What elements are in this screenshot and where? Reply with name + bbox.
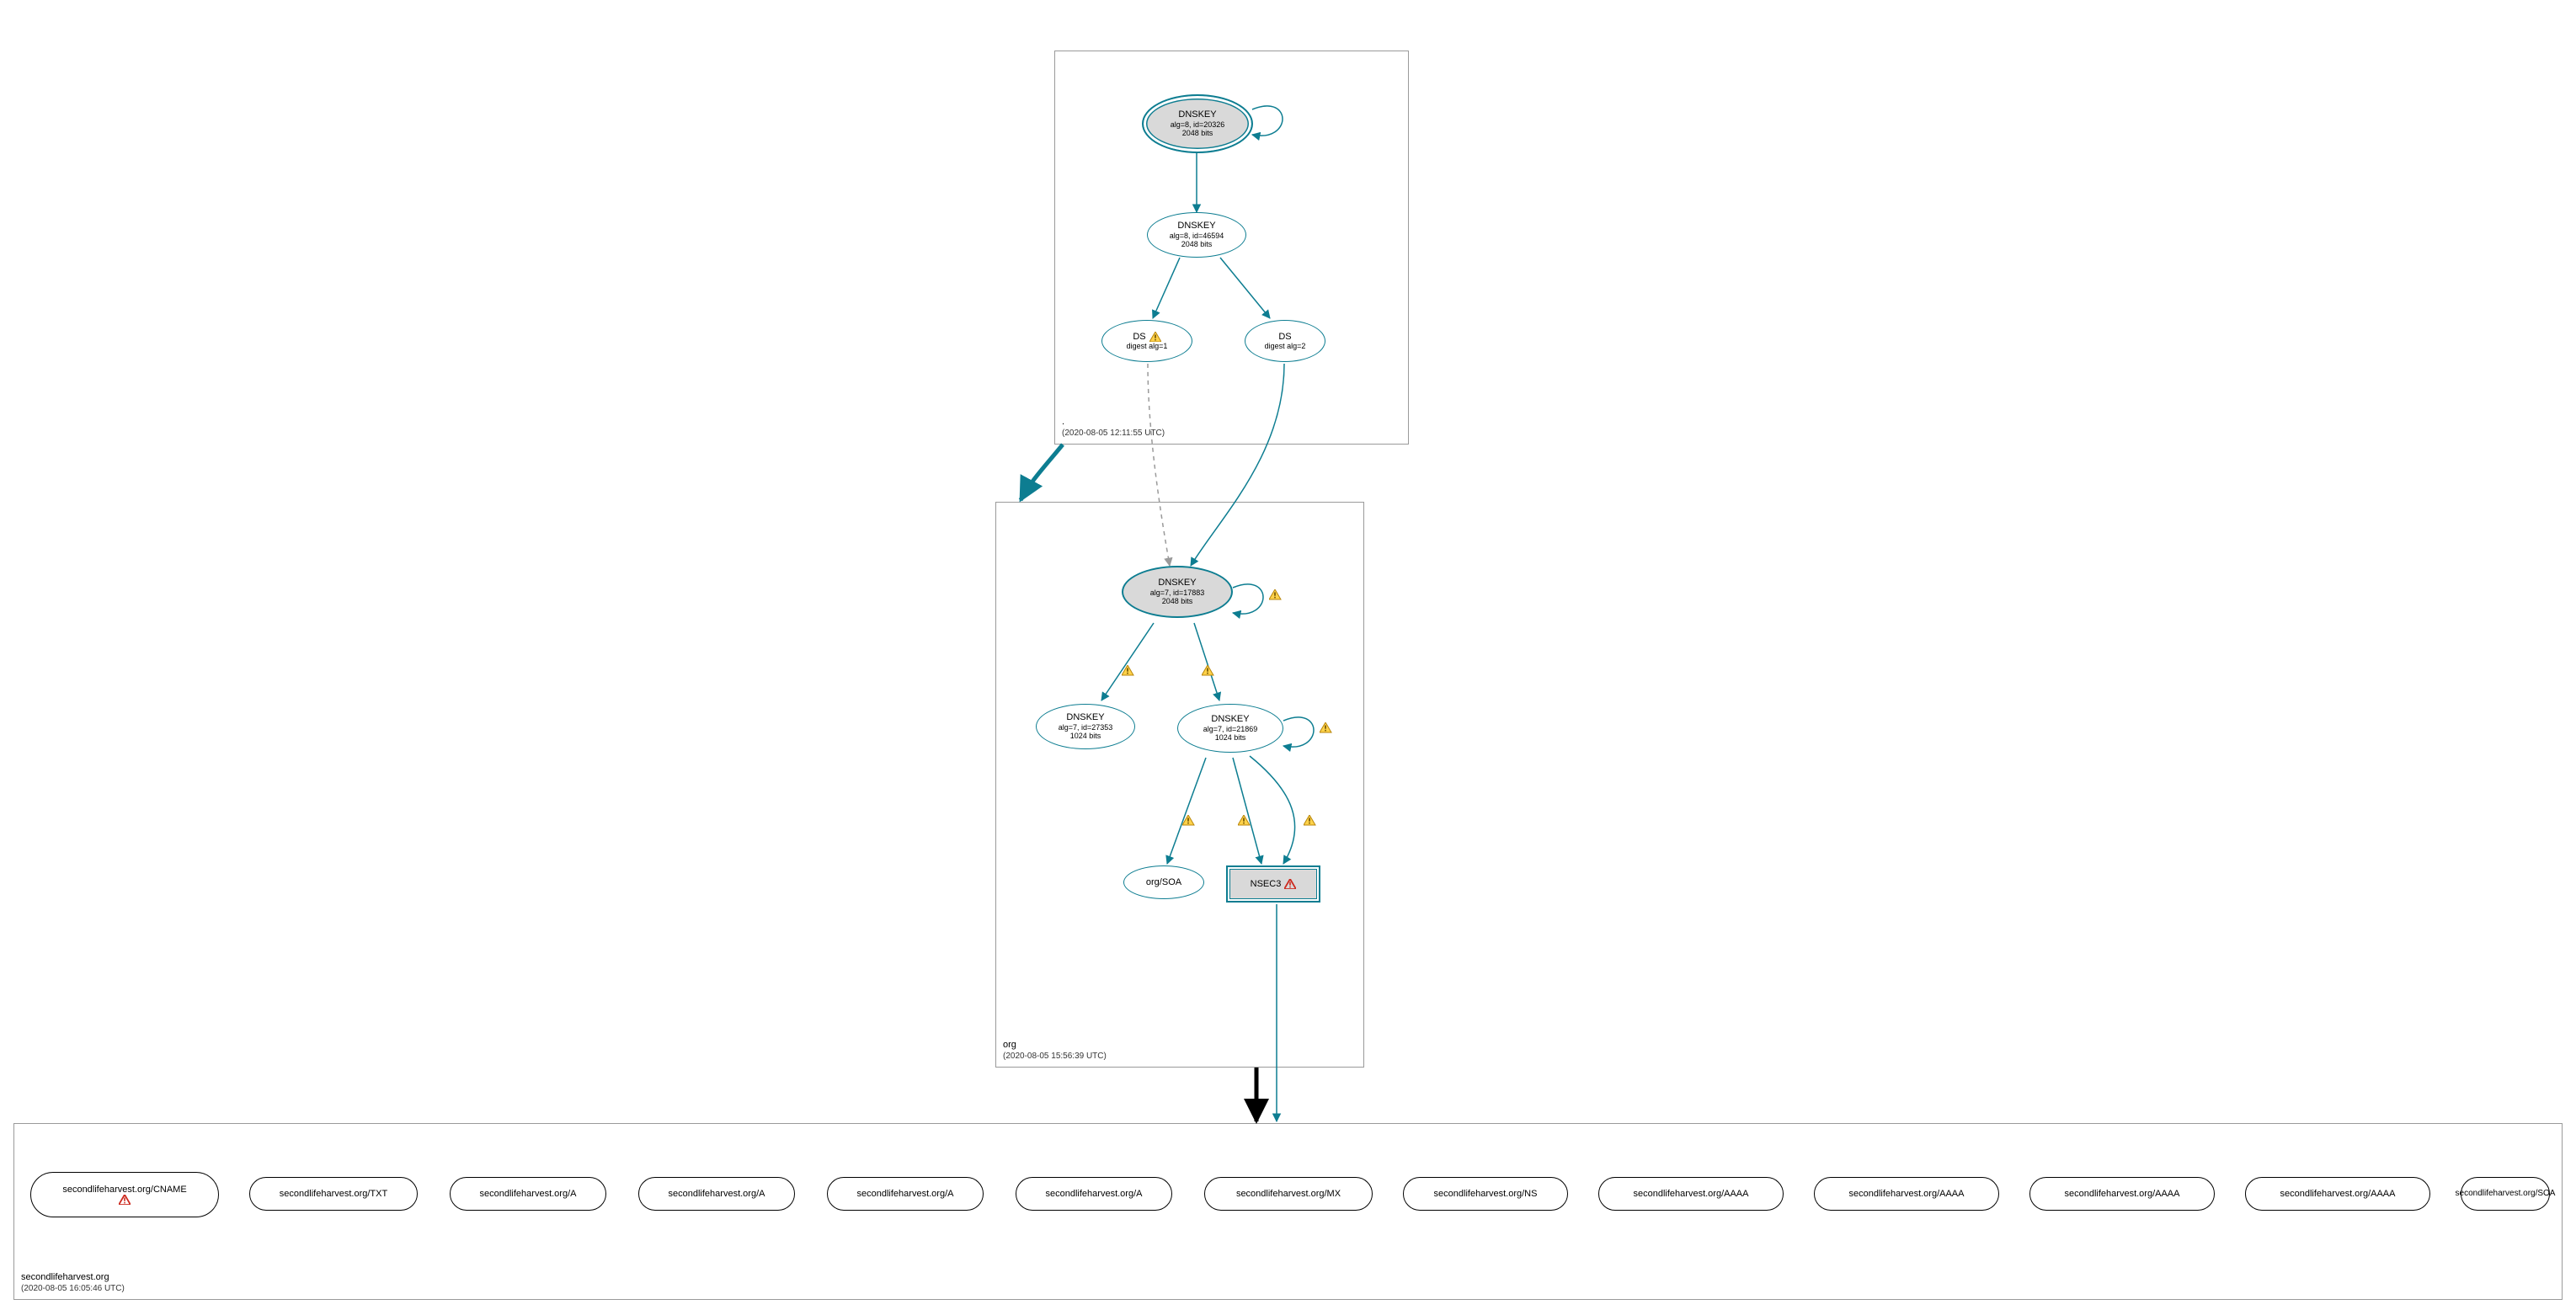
zone-root-ts: (2020-08-05 12:11:55 UTC) <box>1062 428 1165 439</box>
warning-icon <box>1122 665 1133 675</box>
node-leaf-aaaa3: secondlifeharvest.org/AAAA <box>2029 1177 2215 1211</box>
node-org-soa-title: org/SOA <box>1146 877 1181 888</box>
node-leaf-aaaa4-title: secondlifeharvest.org/AAAA <box>2280 1189 2396 1200</box>
node-leaf-aaaa1: secondlifeharvest.org/AAAA <box>1598 1177 1784 1211</box>
diagram-canvas: . (2020-08-05 12:11:55 UTC) org (2020-08… <box>0 0 2576 1310</box>
node-org-zsk-21869: DNSKEY alg=7, id=21869 1024 bits <box>1177 704 1283 753</box>
zone-leaf-label: secondlifeharvest.org (2020-08-05 16:05:… <box>21 1271 125 1294</box>
node-leaf-txt: secondlifeharvest.org/TXT <box>249 1177 418 1211</box>
node-org-zsk-b-sub2: 1024 bits <box>1215 733 1246 742</box>
zone-leaf: secondlifeharvest.org (2020-08-05 16:05:… <box>13 1123 2563 1300</box>
node-org-zsk-27353: DNSKEY alg=7, id=27353 1024 bits <box>1036 704 1135 749</box>
warning-icon <box>1238 815 1250 825</box>
node-root-zsk-sub2: 2048 bits <box>1181 240 1213 248</box>
node-leaf-aaaa1-title: secondlifeharvest.org/AAAA <box>1634 1189 1749 1200</box>
node-root-ksk-sub2: 2048 bits <box>1182 129 1213 137</box>
node-ds-alg1: DS digest alg=1 <box>1101 320 1192 362</box>
node-org-ksk-sub2: 2048 bits <box>1162 597 1193 605</box>
zone-org-label: org (2020-08-05 15:56:39 UTC) <box>1003 1039 1107 1062</box>
error-icon <box>119 1195 131 1205</box>
node-ds-alg1-title: DS <box>1133 332 1160 343</box>
node-root-ksk-sub1: alg=8, id=20326 <box>1171 120 1225 129</box>
zone-leaf-name: secondlifeharvest.org <box>21 1272 109 1282</box>
node-leaf-mx-title: secondlifeharvest.org/MX <box>1236 1189 1341 1200</box>
node-ds-alg2-sub: digest alg=2 <box>1265 342 1306 350</box>
node-ds-alg1-sub: digest alg=1 <box>1127 342 1168 350</box>
node-leaf-aaaa2-title: secondlifeharvest.org/AAAA <box>1849 1189 1965 1200</box>
node-leaf-cname: secondlifeharvest.org/CNAME <box>30 1172 219 1217</box>
warning-icon <box>1320 722 1331 732</box>
warning-icon <box>1304 815 1315 825</box>
node-leaf-txt-title: secondlifeharvest.org/TXT <box>280 1189 387 1200</box>
node-leaf-cname-title: secondlifeharvest.org/CNAME <box>62 1185 186 1196</box>
warning-icon <box>1149 332 1161 342</box>
node-ds-alg2: DS digest alg=2 <box>1245 320 1325 362</box>
node-leaf-a3: secondlifeharvest.org/A <box>827 1177 984 1211</box>
node-root-zsk: DNSKEY alg=8, id=46594 2048 bits <box>1147 212 1246 258</box>
node-nsec3-title: NSEC3 <box>1251 879 1297 890</box>
warning-icon <box>1269 589 1281 599</box>
warning-icon <box>1182 815 1194 825</box>
node-leaf-a4-title: secondlifeharvest.org/A <box>1046 1189 1143 1200</box>
node-leaf-a2-title: secondlifeharvest.org/A <box>669 1189 765 1200</box>
node-org-zsk-a-sub1: alg=7, id=27353 <box>1059 723 1113 732</box>
node-org-ksk: DNSKEY alg=7, id=17883 2048 bits <box>1122 566 1233 618</box>
node-org-soa: org/SOA <box>1123 865 1204 899</box>
node-leaf-ns-title: secondlifeharvest.org/NS <box>1434 1189 1538 1200</box>
zone-root-label: . (2020-08-05 12:11:55 UTC) <box>1062 416 1165 439</box>
node-root-ksk: DNSKEY alg=8, id=20326 2048 bits <box>1142 94 1253 153</box>
node-leaf-a1: secondlifeharvest.org/A <box>450 1177 606 1211</box>
zone-root-name: . <box>1062 417 1064 427</box>
node-leaf-aaaa2: secondlifeharvest.org/AAAA <box>1814 1177 1999 1211</box>
node-org-zsk-b-title: DNSKEY <box>1211 714 1249 725</box>
node-org-zsk-a-title: DNSKEY <box>1066 712 1104 723</box>
node-leaf-ns: secondlifeharvest.org/NS <box>1403 1177 1568 1211</box>
node-leaf-a4: secondlifeharvest.org/A <box>1016 1177 1172 1211</box>
warning-icon <box>1202 665 1213 675</box>
node-org-zsk-a-sub2: 1024 bits <box>1070 732 1101 740</box>
error-icon <box>1284 879 1296 889</box>
zone-org-ts: (2020-08-05 15:56:39 UTC) <box>1003 1051 1107 1062</box>
node-nsec3: NSEC3 <box>1226 865 1320 903</box>
node-leaf-a3-title: secondlifeharvest.org/A <box>857 1189 954 1200</box>
node-root-ksk-title: DNSKEY <box>1178 109 1216 120</box>
node-root-zsk-title: DNSKEY <box>1177 221 1215 232</box>
node-org-ksk-sub1: alg=7, id=17883 <box>1150 588 1205 597</box>
node-leaf-a2: secondlifeharvest.org/A <box>638 1177 795 1211</box>
node-org-zsk-b-sub1: alg=7, id=21869 <box>1203 725 1258 733</box>
node-leaf-mx: secondlifeharvest.org/MX <box>1204 1177 1373 1211</box>
node-ds-alg2-title: DS <box>1278 332 1291 343</box>
node-leaf-soa: secondlifeharvest.org/SOA <box>2461 1177 2550 1211</box>
node-root-zsk-sub1: alg=8, id=46594 <box>1170 232 1224 240</box>
zone-org-name: org <box>1003 1040 1016 1050</box>
node-leaf-aaaa4: secondlifeharvest.org/AAAA <box>2245 1177 2430 1211</box>
zone-leaf-ts: (2020-08-05 16:05:46 UTC) <box>21 1283 125 1294</box>
node-org-ksk-title: DNSKEY <box>1158 578 1196 588</box>
node-leaf-soa-title: secondlifeharvest.org/SOA <box>2456 1189 2556 1199</box>
node-leaf-a1-title: secondlifeharvest.org/A <box>480 1189 577 1200</box>
node-leaf-aaaa3-title: secondlifeharvest.org/AAAA <box>2065 1189 2180 1200</box>
